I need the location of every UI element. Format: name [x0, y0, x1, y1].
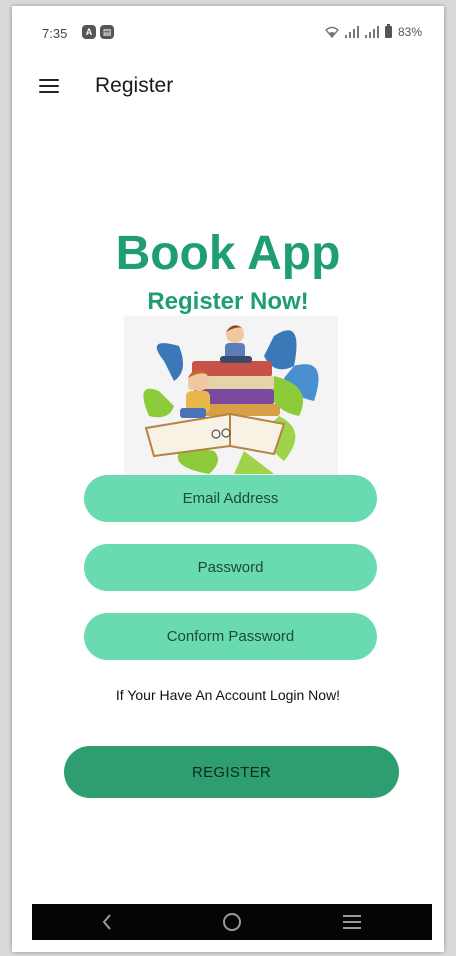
recents-icon[interactable] — [343, 915, 361, 929]
app-title: Book App — [115, 227, 341, 280]
page-title: Register — [95, 74, 174, 97]
password-input[interactable] — [84, 544, 377, 591]
book-illustration — [124, 316, 338, 476]
app-bar: Register — [12, 58, 444, 114]
back-icon[interactable] — [102, 913, 112, 931]
home-icon[interactable] — [223, 913, 241, 931]
confirm-password-input[interactable] — [84, 613, 377, 660]
status-time: 7:35 — [42, 26, 68, 41]
app-subtitle: Register Now! — [147, 288, 309, 315]
system-nav-bar — [32, 904, 432, 940]
battery-icon — [384, 24, 392, 38]
status-icons: 83% — [324, 24, 422, 39]
email-input[interactable] — [84, 475, 377, 522]
hamburger-menu-icon[interactable] — [39, 79, 59, 93]
status-bar: 7:35 A ▤ 83% — [12, 6, 444, 58]
login-link[interactable]: If Your Have An Account Login Now! — [12, 687, 444, 703]
signal-icon — [344, 26, 359, 38]
battery-percent: 83% — [397, 25, 422, 39]
app-a-icon: A — [82, 25, 96, 39]
app-b-icon: ▤ — [100, 25, 114, 39]
register-button[interactable]: REGISTER — [64, 746, 399, 798]
signal-icon-2 — [364, 26, 379, 38]
phone-screen: 7:35 A ▤ 83% Register Book App Register … — [12, 6, 444, 952]
wifi-icon — [324, 26, 339, 38]
